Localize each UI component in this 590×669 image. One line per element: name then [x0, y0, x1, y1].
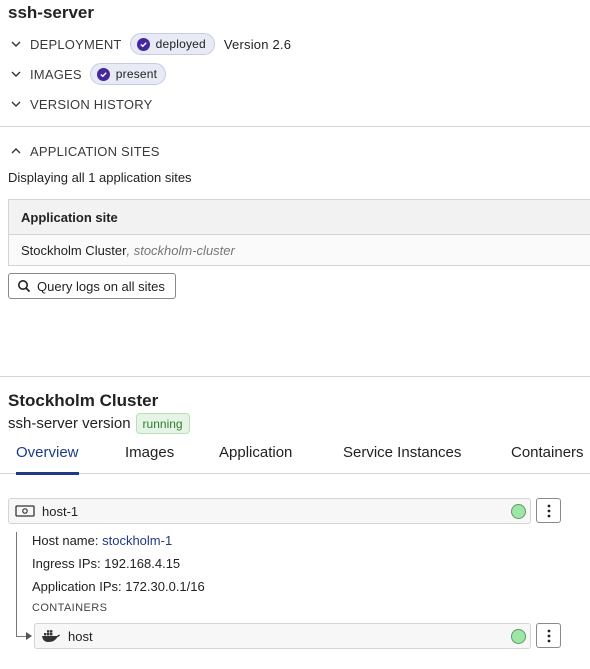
cluster-title: Stockholm Cluster [8, 391, 159, 410]
site-name: Stockholm Cluster [21, 242, 127, 258]
host-menu-button[interactable] [536, 498, 561, 523]
cluster-tabs: Overview Images Application Service Inst… [0, 440, 590, 475]
present-badge: present [89, 63, 167, 85]
check-circle-icon [96, 67, 110, 81]
tree-arrow-icon [26, 632, 32, 640]
status-indicator [511, 504, 526, 519]
divider [0, 126, 590, 127]
section-deployment-label: DEPLOYMENT [30, 36, 122, 52]
status-indicator [511, 629, 526, 644]
status-badge: running [135, 413, 190, 434]
tab-service-instances[interactable]: Service Instances [343, 444, 461, 474]
container-menu-button[interactable] [536, 623, 561, 648]
chevron-down-icon [8, 66, 24, 82]
divider [0, 376, 590, 377]
site-slug: , stockholm-cluster [126, 242, 235, 258]
present-badge-label: present [115, 67, 158, 81]
tab-application[interactable]: Application [219, 444, 292, 474]
host-name: host-1 [42, 503, 79, 519]
kebab-icon [547, 504, 550, 517]
container-row[interactable]: host [34, 623, 531, 649]
table-row[interactable]: Stockholm Cluster, stockholm-cluster [9, 235, 590, 265]
page-title: ssh-server [8, 3, 95, 22]
sites-summary: Displaying all 1 application sites [8, 170, 192, 185]
chevron-up-icon [8, 143, 24, 159]
chevron-down-icon [8, 36, 24, 52]
section-version-history[interactable]: VERSION HISTORY [8, 93, 152, 115]
host-name-detail: Host name: stockholm-1 [32, 533, 172, 548]
section-images-label: IMAGES [30, 66, 82, 82]
section-images[interactable]: IMAGES present [8, 63, 167, 85]
deployed-badge-label: deployed [155, 37, 206, 51]
query-logs-label: Query logs on all sites [37, 278, 165, 294]
docker-icon [41, 629, 61, 643]
container-name: host [68, 628, 93, 644]
tab-containers[interactable]: Containers [511, 444, 584, 474]
search-icon [18, 280, 31, 293]
service-version-label: ssh-server version [8, 415, 131, 432]
tab-images[interactable]: Images [125, 444, 174, 474]
query-logs-button[interactable]: Query logs on all sites [8, 273, 176, 299]
sites-table-header: Application site [9, 200, 590, 235]
host-row[interactable]: host-1 [8, 498, 531, 524]
chevron-down-icon [8, 96, 24, 112]
host-name-label: Host name: [32, 533, 99, 548]
section-deployment[interactable]: DEPLOYMENT deployed Version 2.6 [8, 33, 291, 55]
kebab-icon [547, 629, 550, 642]
application-ips: Application IPs: 172.30.0.1/16 [32, 579, 205, 594]
containers-label: CONTAINERS [32, 602, 108, 614]
section-version-history-label: VERSION HISTORY [30, 96, 153, 112]
deployment-version: Version 2.6 [223, 36, 292, 52]
section-application-sites-label: APPLICATION SITES [30, 143, 160, 159]
deployed-badge: deployed [129, 33, 215, 55]
check-circle-icon [136, 37, 150, 51]
section-application-sites[interactable]: APPLICATION SITES [8, 140, 160, 162]
tree-line [16, 532, 17, 636]
host-name-link[interactable]: stockholm-1 [102, 533, 172, 548]
sites-table: Application site Stockholm Cluster, stoc… [8, 199, 590, 266]
service-version-line: ssh-server version running [8, 413, 190, 434]
tab-overview[interactable]: Overview [16, 444, 79, 475]
server-icon [15, 504, 35, 518]
ingress-ips: Ingress IPs: 192.168.4.15 [32, 556, 181, 571]
